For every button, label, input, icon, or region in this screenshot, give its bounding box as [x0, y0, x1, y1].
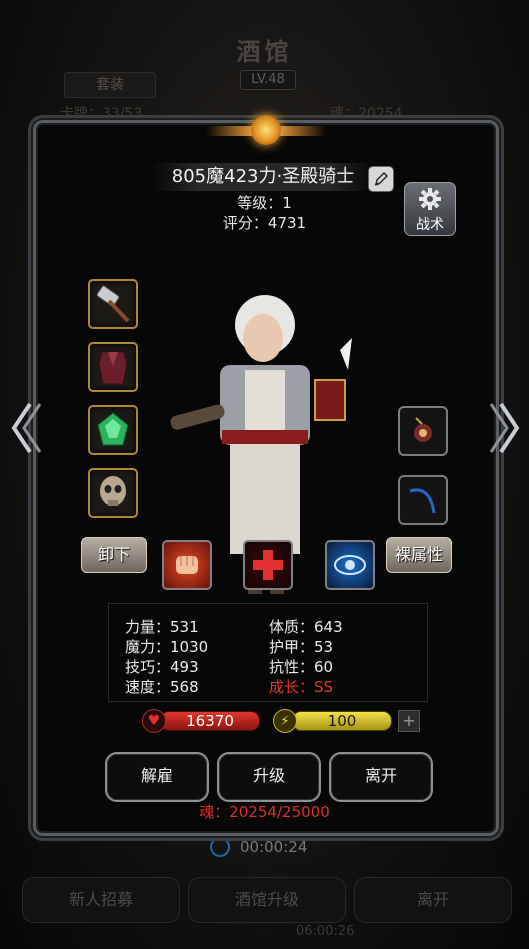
dismiss-button[interactable]: 解雇	[105, 752, 209, 802]
lightning-icon: ⚡	[273, 709, 297, 733]
tavern-title: 酒馆	[236, 38, 293, 66]
leave-button[interactable]: 离开	[329, 752, 433, 802]
equip-slot-offhand[interactable]	[398, 475, 448, 525]
heart-icon: ♥	[142, 709, 166, 733]
tactics-button[interactable]: 战术	[404, 182, 456, 236]
new-recruit-button[interactable]: 新人招募	[22, 877, 180, 923]
add-energy-button[interactable]: +	[398, 710, 420, 732]
naked-attributes-button[interactable]: 裸属性	[386, 537, 452, 573]
recruit-timer: 00:00:24	[210, 836, 322, 858]
tavern-level-badge: LV.48	[240, 70, 296, 90]
stat-constitution: 体质：643	[269, 618, 343, 636]
stat-resistance: 抗性：60	[269, 658, 334, 676]
red-cross-skill-icon	[253, 550, 283, 580]
skill-slot-1[interactable]	[162, 540, 212, 590]
next-hero-arrow-icon[interactable]	[489, 398, 523, 458]
stats-panel: 力量：531 魔力：1030 技巧：493 速度：568 体质：643 护甲：5…	[108, 603, 428, 702]
clock-icon	[210, 837, 230, 857]
skull-mask-icon	[100, 476, 126, 506]
fist-skill-icon	[176, 556, 198, 574]
blue-whip-icon	[409, 488, 436, 514]
gear-icon	[419, 188, 441, 210]
bottom-timer: 06:00:26	[296, 924, 355, 939]
blue-eye-skill-icon	[334, 555, 366, 575]
equip-slot-gem[interactable]	[88, 405, 138, 455]
emerald-icon	[97, 412, 129, 446]
skill-slot-3[interactable]	[325, 540, 375, 590]
set-button[interactable]: 套装	[64, 72, 156, 98]
equip-slot-accessory[interactable]	[398, 406, 448, 456]
hammer-icon	[96, 285, 130, 323]
eye-amulet-icon	[414, 417, 432, 442]
panel-crest-ornament	[206, 108, 326, 158]
unequip-button[interactable]: 卸下	[81, 537, 147, 573]
stat-magic: 魔力：1030	[125, 638, 209, 656]
stat-skill: 技巧：493	[125, 658, 199, 676]
equip-slot-armor[interactable]	[88, 342, 138, 392]
stat-speed: 速度：568	[125, 678, 199, 696]
armor-icon	[98, 351, 128, 385]
skill-slot-2[interactable]	[243, 540, 293, 590]
hp-bar: 16370	[160, 711, 260, 731]
stat-growth: 成长：SS	[269, 678, 334, 696]
tavern-upgrade-button[interactable]: 酒馆升级	[188, 877, 346, 923]
upgrade-button[interactable]: 升级	[217, 752, 321, 802]
tavern-leave-button[interactable]: 离开	[354, 877, 512, 923]
stat-strength: 力量：531	[125, 618, 199, 636]
equip-slot-helmet[interactable]	[88, 468, 138, 518]
timer-text: 00:00:24	[240, 838, 308, 856]
hero-name: 805魔423力·圣殿骑士	[153, 163, 373, 191]
tactics-label: 战术	[416, 217, 444, 233]
soul-progress: 魂：20254/25000	[199, 803, 330, 821]
equip-slot-weapon[interactable]	[88, 279, 138, 329]
energy-bar: 100	[292, 711, 392, 731]
pencil-icon	[374, 172, 388, 186]
edit-name-button[interactable]	[368, 166, 394, 192]
stat-armor: 护甲：53	[269, 638, 334, 656]
previous-hero-arrow-icon[interactable]	[8, 398, 42, 458]
